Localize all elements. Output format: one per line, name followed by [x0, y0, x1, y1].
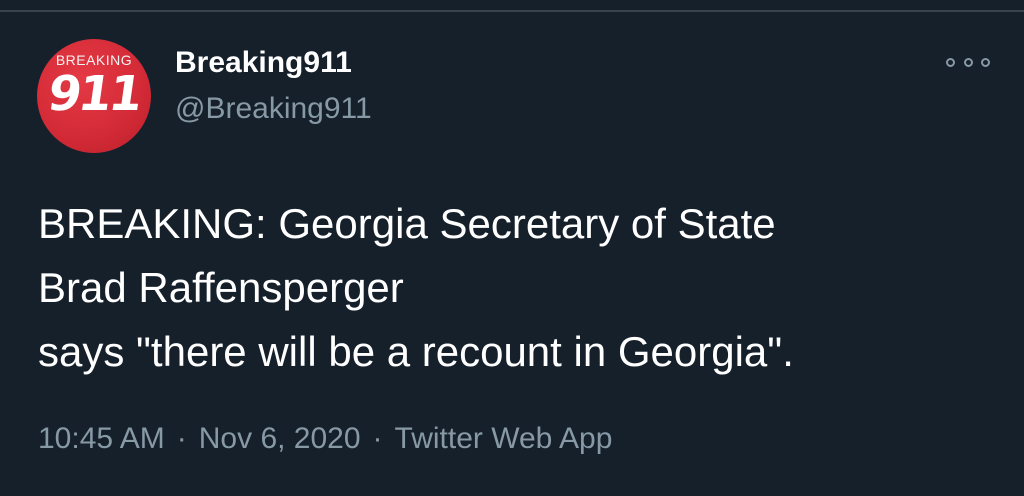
tweet-metadata: 10:45 AM · Nov 6, 2020 · Twitter Web App: [38, 422, 612, 456]
tweet-text-line: BREAKING: Georgia Secretary of State: [38, 200, 776, 247]
more-dot: [981, 57, 990, 67]
more-dot: [963, 57, 973, 67]
avatar-logo-number: 911: [44, 66, 144, 122]
tweet-text-line: says "there will be a recount in Georgia…: [38, 328, 794, 375]
tweet-card: BREAKING 911 Breaking911 @Breaking911 BR…: [0, 0, 1024, 496]
tweet-date[interactable]: Nov 6, 2020: [199, 422, 361, 455]
top-divider: [0, 10, 1024, 12]
display-name[interactable]: Breaking911: [175, 46, 352, 80]
tweet-source[interactable]: Twitter Web App: [395, 422, 613, 455]
tweet-text: BREAKING: Georgia Secretary of State Bra…: [38, 192, 998, 384]
more-dot: [946, 57, 955, 67]
avatar[interactable]: BREAKING 911: [37, 39, 151, 153]
more-options-icon[interactable]: [946, 52, 990, 72]
separator-dot: ·: [372, 422, 383, 455]
tweet-time[interactable]: 10:45 AM: [38, 422, 165, 455]
user-handle[interactable]: @Breaking911: [175, 92, 372, 126]
separator-dot: ·: [176, 422, 187, 455]
tweet-text-line: Brad Raffensperger: [38, 264, 404, 311]
